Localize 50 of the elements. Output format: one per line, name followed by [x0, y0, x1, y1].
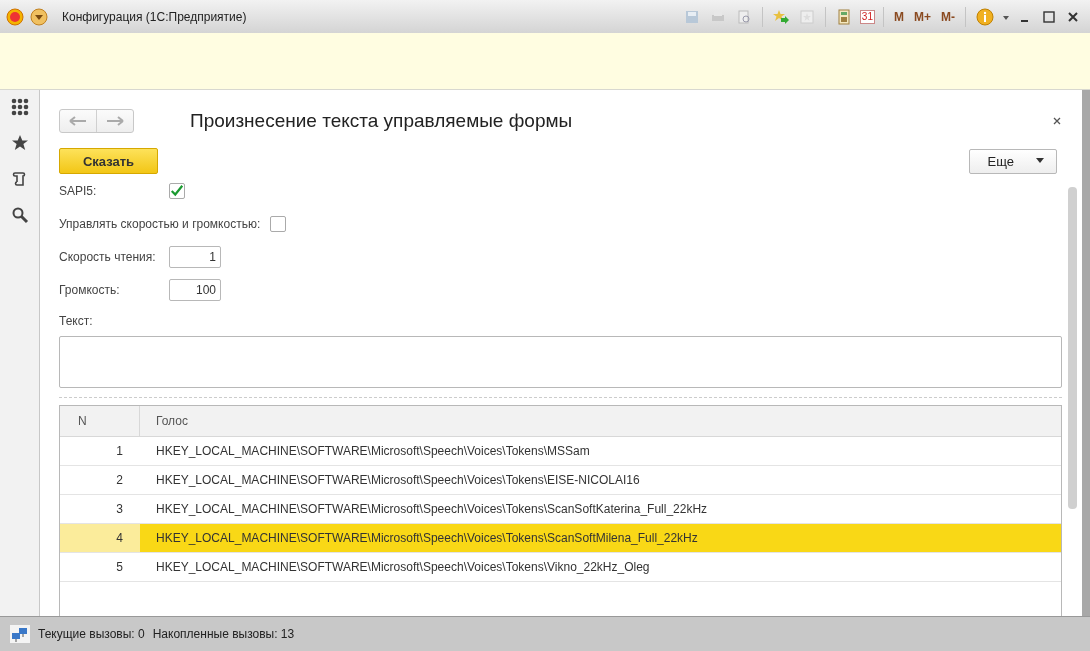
number-field[interactable]: 1	[169, 245, 221, 268]
table-cell-text: 5	[115, 559, 124, 576]
table-cell: 4	[60, 524, 140, 552]
table-cell-text: 1	[115, 443, 124, 460]
apps-grid-icon[interactable]	[10, 98, 29, 116]
maximize-icon[interactable]	[1042, 9, 1056, 24]
preview-icon[interactable]	[735, 8, 752, 25]
table-row[interactable]: 4 HKEY_LOCAL_MACHINE\SOFTWARE\Microsoft\Speech\Voices\Tokens\ScanSoftMilena_Full_22kHz	[60, 524, 1061, 553]
search-icon[interactable]	[10, 206, 29, 224]
more-button[interactable]: Еще	[968, 148, 1057, 174]
table-cell-text: HKEY_LOCAL_MACHINE\SOFTWARE\Microsoft\Speech\Voices\Tokens\MSSam	[155, 443, 591, 460]
app-logo-icon[interactable]	[6, 7, 24, 26]
close-icon[interactable]	[1066, 9, 1080, 24]
window-title: Конфигурация (1С:Предприятие)	[62, 9, 247, 24]
table-cell: HKEY_LOCAL_MACHINE\SOFTWARE\Microsoft\Speech\Voices\Tokens\ScanSoftMilena_Full_22kHz	[140, 524, 1061, 552]
field-label: Скорость чтения:	[59, 249, 157, 264]
calendar-button[interactable]: 31	[859, 9, 875, 24]
dropdown-icon[interactable]	[30, 7, 48, 26]
close-icon[interactable]	[1052, 116, 1062, 126]
column-header[interactable]: N	[60, 406, 140, 436]
table-cell-text: HKEY_LOCAL_MACHINE\SOFTWARE\Microsoft\Speech\Voices\Tokens\Vikno_22kHz_Oleg	[155, 559, 651, 576]
info-icon[interactable]	[976, 7, 994, 26]
say-button[interactable]: Сказать	[59, 148, 158, 174]
checkbox[interactable]	[169, 182, 185, 199]
network-computers-icon[interactable]	[10, 625, 30, 643]
column-header[interactable]: Голос	[140, 414, 188, 428]
status-text: Текущие вызовы: 0	[38, 627, 145, 641]
field-label: Управлять скоростью и громкостью:	[59, 216, 261, 231]
memory-button[interactable]: M	[894, 9, 904, 24]
table-row[interactable]: 1 HKEY_LOCAL_MACHINE\SOFTWARE\Microsoft\Speech\Voices\Tokens\MSSam	[60, 437, 1061, 466]
table-row[interactable]: 2 HKEY_LOCAL_MACHINE\SOFTWARE\Microsoft\Speech\Voices\Tokens\EISE-NICOLAI16	[60, 466, 1061, 495]
star-arrow-icon[interactable]	[772, 8, 789, 25]
table-cell-text: HKEY_LOCAL_MACHINE\SOFTWARE\Microsoft\Speech\Voices\Tokens\ScanSoftKaterina_Full_22kHz	[155, 501, 709, 518]
form-title: Произнесение текста управляемые формы	[190, 110, 573, 132]
table-cell-text: HKEY_LOCAL_MACHINE\SOFTWARE\Microsoft\Speech\Voices\Tokens\EISE-NICOLAI16	[155, 472, 641, 489]
text-field[interactable]	[59, 336, 1062, 388]
table-cell-text: 2	[115, 472, 124, 489]
star-icon[interactable]	[10, 134, 29, 152]
status-text: Накопленные вызовы: 13	[152, 627, 295, 641]
table-cell-text: 3	[115, 501, 124, 518]
memory-button[interactable]: M-	[941, 9, 955, 24]
field-label: Громкость:	[59, 282, 121, 297]
field-label: Текст:	[59, 314, 94, 328]
field-label: SAPI5:	[59, 183, 98, 198]
table-row[interactable]: 5 HKEY_LOCAL_MACHINE\SOFTWARE\Microsoft\Speech\Voices\Tokens\Vikno_22kHz_Oleg	[60, 553, 1061, 582]
number-field[interactable]: 100	[169, 278, 221, 301]
checkbox[interactable]	[270, 215, 287, 232]
calculator-icon[interactable]	[835, 8, 852, 25]
memory-button[interactable]: M+	[914, 9, 931, 24]
caret-icon	[1036, 158, 1044, 164]
